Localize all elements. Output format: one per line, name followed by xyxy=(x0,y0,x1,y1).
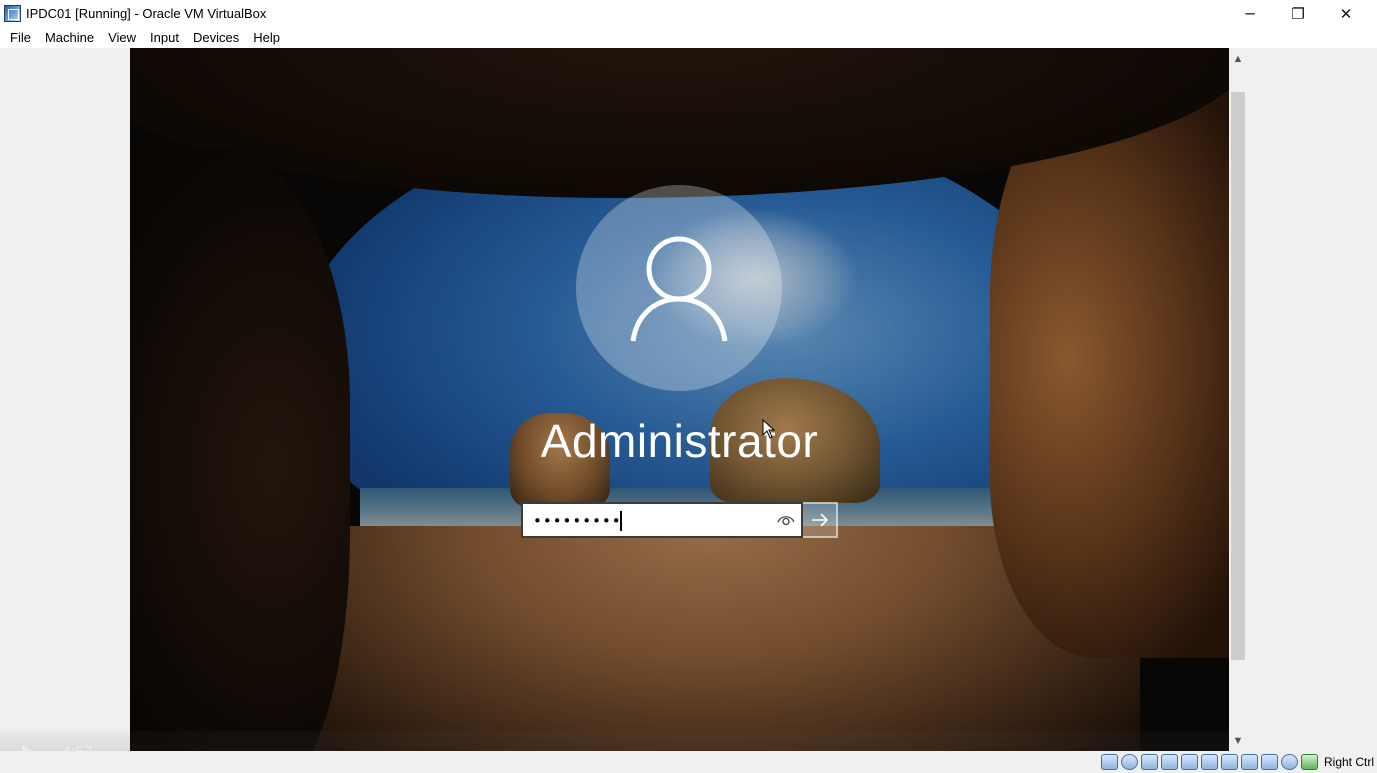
virtualbox-app-icon xyxy=(4,5,21,22)
menu-view[interactable]: View xyxy=(101,27,143,48)
text-caret xyxy=(620,511,622,531)
status-bar: Right Ctrl xyxy=(0,751,1377,773)
mouse-pointer-icon xyxy=(762,419,776,439)
vm-screen[interactable]: Administrator ••••••••• xyxy=(130,48,1229,751)
user-icon xyxy=(630,236,728,342)
scroll-down-arrow-icon[interactable]: ▼ xyxy=(1229,732,1247,750)
host-key-label: Right Ctrl xyxy=(1324,755,1375,769)
arrow-right-icon xyxy=(811,513,828,527)
background-dim xyxy=(130,48,1229,751)
mouse-integration-icon[interactable] xyxy=(1301,754,1318,770)
shared-folders-icon[interactable] xyxy=(1201,754,1218,770)
recording-icon[interactable] xyxy=(1261,754,1278,770)
restore-button[interactable]: ❐ xyxy=(1274,0,1322,27)
vertical-scrollbar[interactable]: ▲ ▼ xyxy=(1229,48,1247,751)
password-mask: ••••••••• xyxy=(533,512,622,530)
scroll-up-arrow-icon[interactable]: ▲ xyxy=(1229,50,1247,68)
login-username: Administrator xyxy=(540,415,819,467)
eye-icon[interactable] xyxy=(777,513,795,527)
video-capture-icon[interactable] xyxy=(1241,754,1258,770)
device-status-icons xyxy=(1101,754,1318,770)
menu-file[interactable]: File xyxy=(3,27,38,48)
title-bar: IPDC01 [Running] - Oracle VM VirtualBox … xyxy=(0,0,1377,27)
user-avatar xyxy=(576,185,782,391)
menu-help[interactable]: Help xyxy=(246,27,287,48)
network-icon[interactable] xyxy=(1161,754,1178,770)
optical-drive-icon[interactable] xyxy=(1121,754,1138,770)
menu-bar: File Machine View Input Devices Help xyxy=(0,27,1377,48)
menu-devices[interactable]: Devices xyxy=(186,27,246,48)
usb-icon[interactable] xyxy=(1181,754,1198,770)
display-icon[interactable] xyxy=(1221,754,1238,770)
window-title: IPDC01 [Running] - Oracle VM VirtualBox xyxy=(26,6,267,21)
close-button[interactable]: ✕ xyxy=(1322,0,1370,27)
menu-input[interactable]: Input xyxy=(143,27,186,48)
password-field[interactable]: ••••••••• xyxy=(521,502,803,538)
minimize-button[interactable]: ─ xyxy=(1226,0,1274,27)
hard-disk-icon[interactable] xyxy=(1101,754,1118,770)
menu-machine[interactable]: Machine xyxy=(38,27,101,48)
sign-in-submit-button[interactable] xyxy=(803,502,838,538)
scroll-thumb[interactable] xyxy=(1231,92,1245,660)
cpu-icon[interactable] xyxy=(1281,754,1298,770)
audio-icon[interactable] xyxy=(1141,754,1158,770)
